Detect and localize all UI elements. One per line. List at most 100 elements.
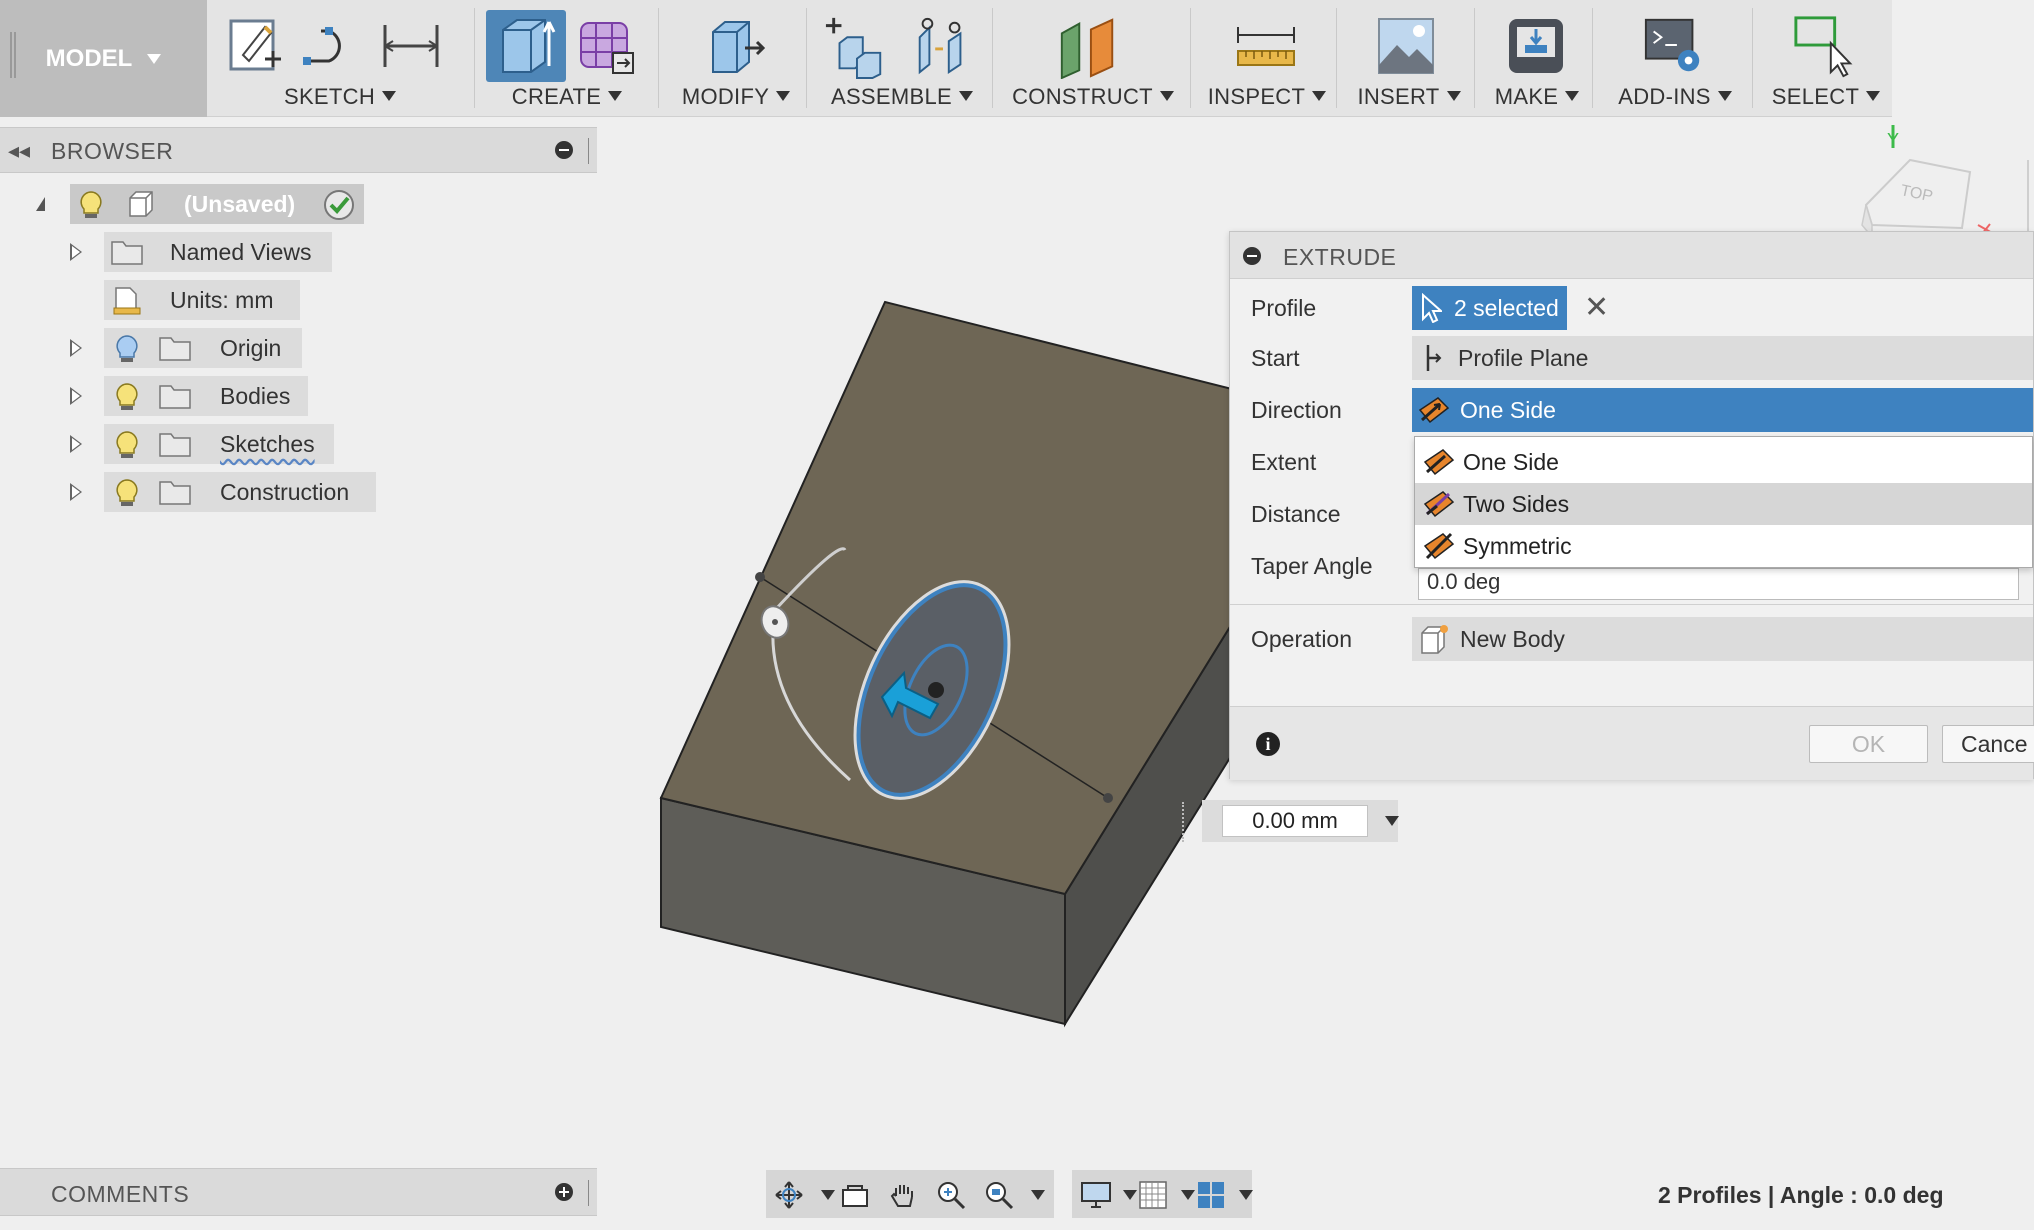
- distance-input-grip[interactable]: [1182, 802, 1186, 842]
- panel-grip[interactable]: [588, 138, 591, 164]
- look-at-icon[interactable]: [840, 1180, 870, 1215]
- grid-settings-icon[interactable]: [1138, 1180, 1168, 1215]
- expand-triangle-icon[interactable]: [70, 483, 82, 501]
- fit-zoom-icon[interactable]: [984, 1180, 1014, 1215]
- menu-item-label: Symmetric: [1463, 532, 1572, 559]
- chevron-down-icon: [1159, 91, 1174, 101]
- orbit-icon[interactable]: [774, 1180, 804, 1215]
- comments-panel-header[interactable]: COMMENTS: [0, 1168, 597, 1216]
- chevron-down-icon[interactable]: [1239, 1190, 1253, 1200]
- press-pull-icon[interactable]: [704, 10, 768, 82]
- distance-input[interactable]: 0.00 mm: [1222, 805, 1368, 837]
- workspace-switcher-button[interactable]: MODEL: [0, 0, 207, 117]
- extrude-icon[interactable]: [486, 10, 566, 82]
- direction-option-symmetric[interactable]: Symmetric: [1415, 525, 2032, 567]
- toolbar-group-label[interactable]: SKETCH: [215, 84, 465, 110]
- offset-plane-icon[interactable]: [1056, 10, 1120, 82]
- toolbar-group-label[interactable]: ADD-INS: [1600, 84, 1750, 110]
- tree-item-label: Sketches: [220, 431, 315, 457]
- line-tool-icon[interactable]: [299, 10, 363, 82]
- insert-image-icon[interactable]: [1374, 10, 1438, 82]
- tree-item-label: Construction: [220, 479, 350, 505]
- chevron-down-icon: [1866, 91, 1881, 101]
- chevron-down-icon[interactable]: [1123, 1190, 1137, 1200]
- measure-icon[interactable]: [1234, 10, 1298, 82]
- operation-dropdown[interactable]: New Body: [1412, 617, 2033, 661]
- active-check-icon[interactable]: [322, 188, 356, 228]
- chevron-down-icon[interactable]: [1385, 816, 1399, 826]
- toolbar-group-label[interactable]: CREATE: [484, 84, 650, 110]
- expand-triangle-icon[interactable]: [70, 243, 82, 261]
- profile-selection-button[interactable]: 2 selected: [1412, 286, 1567, 330]
- toolbar-group-label[interactable]: CONSTRUCT: [1000, 84, 1186, 110]
- lightbulb-icon[interactable]: [114, 334, 140, 370]
- toolbar-group-label[interactable]: MODIFY: [666, 84, 806, 110]
- toolbar-grip[interactable]: [10, 32, 16, 78]
- clear-selection-icon[interactable]: ✕: [1584, 290, 1609, 325]
- 3d-print-icon[interactable]: [1504, 10, 1568, 82]
- start-dropdown[interactable]: Profile Plane: [1412, 336, 2033, 380]
- direction-option-one-side[interactable]: One Side: [1415, 441, 2032, 483]
- browser-item-sketches[interactable]: Sketches: [104, 424, 334, 464]
- expand-comments-icon[interactable]: [555, 1183, 573, 1201]
- lightbulb-icon[interactable]: [78, 190, 104, 226]
- lightbulb-icon[interactable]: [114, 430, 140, 466]
- new-component-icon[interactable]: [824, 10, 888, 82]
- extent-label: Extent: [1251, 449, 1317, 475]
- document-units-icon: [112, 286, 142, 322]
- toolbar-group-label[interactable]: MAKE: [1482, 84, 1592, 110]
- chevron-down-icon: [1312, 91, 1327, 101]
- toolbar-group-label[interactable]: INSERT: [1344, 84, 1474, 110]
- menu-item-label: Two Sides: [1463, 490, 1570, 517]
- chevron-down-icon[interactable]: [821, 1190, 835, 1200]
- form-tool-icon[interactable]: [574, 10, 638, 82]
- expand-triangle-icon[interactable]: [70, 339, 82, 357]
- browser-item-construction[interactable]: Construction: [104, 472, 376, 512]
- browser-item-named-views[interactable]: Named Views: [104, 232, 332, 272]
- create-sketch-icon[interactable]: [223, 10, 287, 82]
- direction-dropdown[interactable]: One Side: [1412, 388, 2033, 432]
- browser-item-bodies[interactable]: Bodies: [104, 376, 308, 416]
- cancel-button[interactable]: Cance: [1942, 725, 2034, 763]
- lightbulb-icon[interactable]: [114, 382, 140, 418]
- sketch-point[interactable]: [755, 572, 765, 582]
- joint-icon[interactable]: [910, 10, 974, 82]
- expand-triangle-icon[interactable]: [70, 435, 82, 453]
- browser-panel-header[interactable]: ◂◂ BROWSER: [0, 127, 597, 173]
- direction-option-two-sides[interactable]: Two Sides: [1415, 483, 2032, 525]
- toolbar-group-insert: INSERT: [1344, 0, 1474, 117]
- viewcube[interactable]: Y TOP: [1840, 118, 2034, 238]
- toolbar-group-label[interactable]: INSPECT: [1198, 84, 1336, 110]
- browser-item-origin[interactable]: Origin: [104, 328, 302, 368]
- extrude-dialog-header[interactable]: EXTRUDE: [1230, 232, 2033, 279]
- viewports-icon[interactable]: [1196, 1180, 1226, 1215]
- collapse-triangle-icon[interactable]: [36, 197, 45, 211]
- minimize-icon[interactable]: [1243, 247, 1261, 265]
- ok-button[interactable]: OK: [1809, 725, 1928, 763]
- canvas-viewport[interactable]: [600, 280, 1260, 1040]
- minimize-icon[interactable]: [555, 141, 573, 159]
- browser-item-units[interactable]: Units: mm: [104, 280, 300, 320]
- display-settings-icon[interactable]: [1080, 1180, 1112, 1215]
- expand-triangle-icon[interactable]: [70, 387, 82, 405]
- pan-hand-icon[interactable]: [888, 1180, 918, 1215]
- chevron-down-icon[interactable]: [1181, 1190, 1195, 1200]
- dimension-tool-icon[interactable]: [379, 10, 443, 82]
- zoom-icon[interactable]: [936, 1180, 966, 1215]
- sketch-point[interactable]: [1103, 793, 1113, 803]
- lightbulb-icon[interactable]: [114, 478, 140, 514]
- browser-root-node[interactable]: (Unsaved): [36, 184, 364, 226]
- chevron-down-icon[interactable]: [1031, 1190, 1045, 1200]
- scripts-addins-icon[interactable]: [1642, 10, 1706, 82]
- comments-title: COMMENTS: [51, 1181, 190, 1207]
- panel-grip[interactable]: [588, 1180, 591, 1206]
- taper-angle-input[interactable]: 0.0 deg: [1418, 568, 2019, 600]
- info-icon[interactable]: i: [1256, 732, 1280, 756]
- select-tool-icon[interactable]: [1792, 10, 1856, 82]
- toolbar-group-label[interactable]: ASSEMBLE: [814, 84, 990, 110]
- new-body-icon: [1421, 625, 1448, 654]
- toolbar-group-label[interactable]: SELECT: [1760, 84, 1892, 110]
- tree-item-label: Units: mm: [170, 287, 274, 313]
- collapse-panel-icon[interactable]: ◂◂: [8, 138, 30, 164]
- chevron-down-icon: [147, 53, 162, 64]
